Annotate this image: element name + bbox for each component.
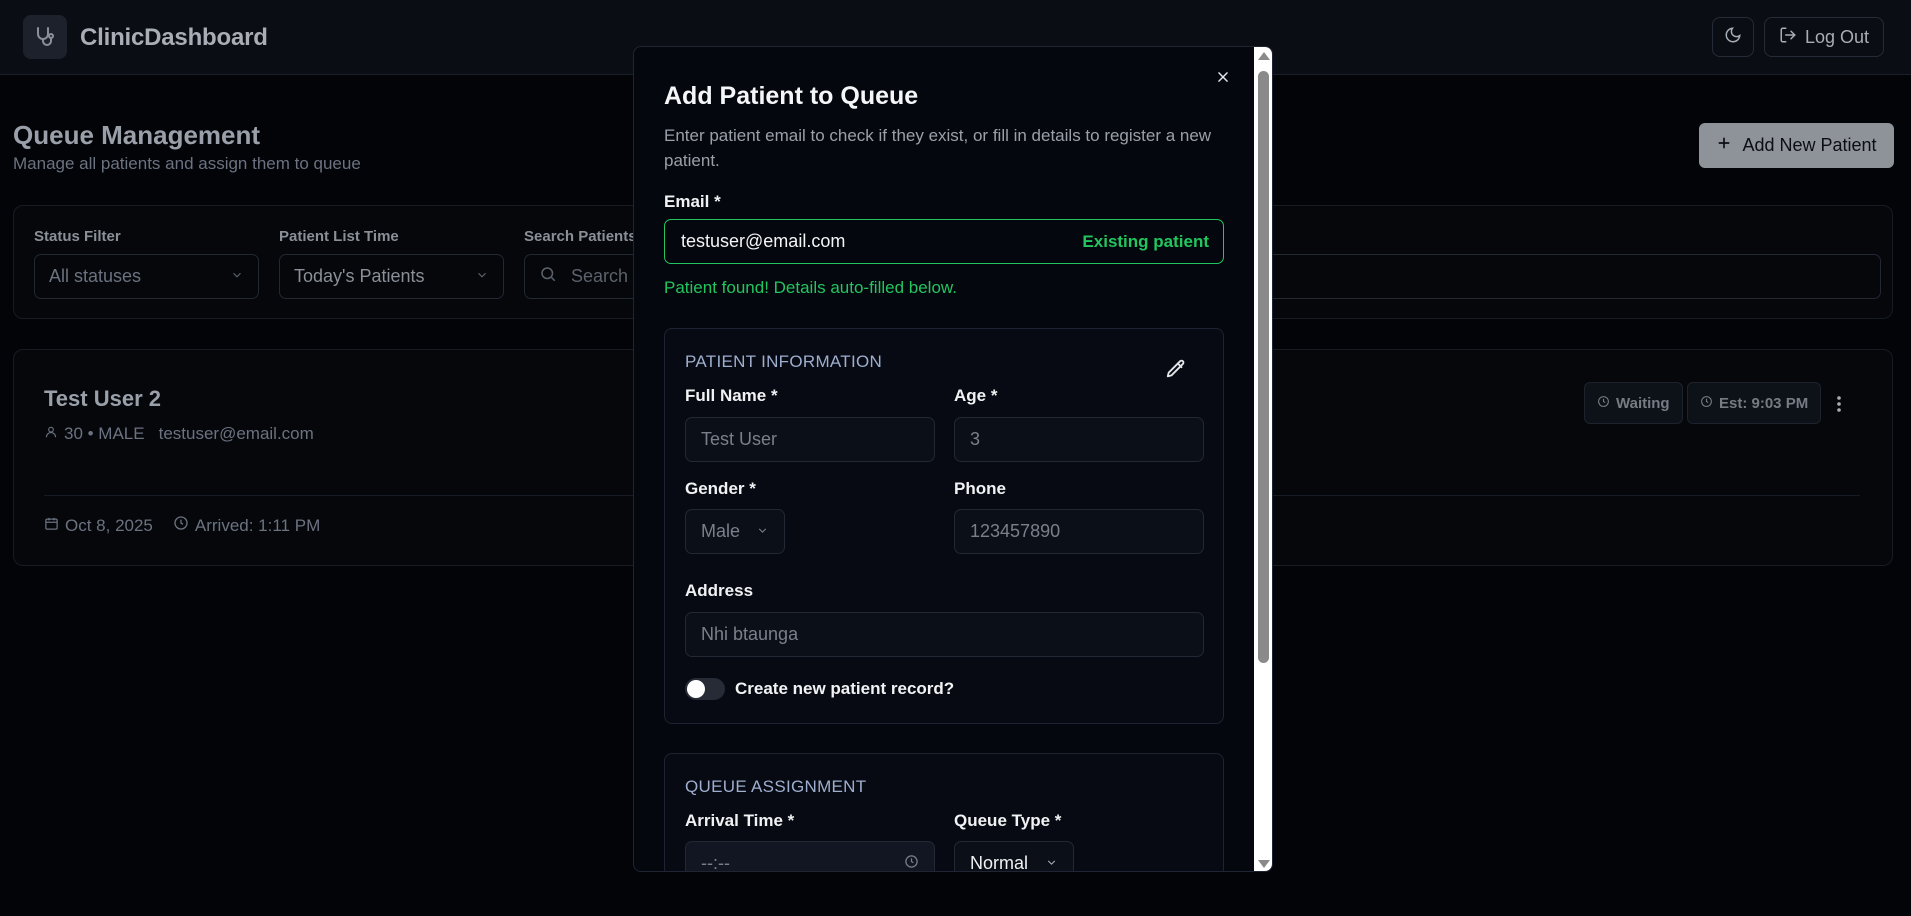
existing-patient-badge: Existing patient: [1082, 231, 1209, 251]
estimate-badge: Est: 9:03 PM: [1687, 382, 1822, 424]
clock-icon: [904, 853, 919, 871]
page-subtitle: Manage all patients and assign them to q…: [13, 154, 361, 173]
status-filter-select[interactable]: All statuses: [34, 254, 259, 299]
estimate-text: Est: 9:03 PM: [1719, 394, 1809, 412]
gender-select[interactable]: Male: [685, 509, 785, 554]
dialog-content: Add Patient to Queue Enter patient email…: [634, 47, 1254, 872]
more-vertical-icon[interactable]: [1827, 392, 1851, 416]
queue-assignment-section: QUEUE ASSIGNMENT Arrival Time * --:-- Qu…: [664, 753, 1224, 872]
theme-toggle-button[interactable]: [1712, 17, 1754, 57]
patient-found-message: Patient found! Details auto-filled below…: [664, 278, 957, 297]
full-name-value: Test User: [701, 429, 778, 449]
page-title: Queue Management: [13, 120, 261, 150]
patient-list-time-label: Patient List Time: [279, 228, 399, 245]
scroll-up-arrow-icon[interactable]: [1258, 51, 1270, 61]
add-new-patient-label: Add New Patient: [1742, 135, 1877, 155]
chevron-down-icon: [230, 266, 244, 287]
search-icon: [539, 265, 557, 288]
email-field[interactable]: testuser@email.com Existing patient: [664, 219, 1224, 264]
logout-button[interactable]: Log Out: [1764, 17, 1884, 57]
stethoscope-icon: [23, 15, 67, 59]
chevron-down-icon: [475, 266, 489, 287]
age-value: 3: [970, 429, 981, 449]
toggle-knob: [687, 680, 705, 698]
create-record-label: Create new patient record?: [735, 679, 955, 698]
gender-label: Gender *: [685, 479, 756, 498]
patient-information-section: PATIENT INFORMATION Full Name * Test Use…: [664, 328, 1224, 724]
clock-icon: [173, 515, 189, 536]
phone-field[interactable]: 123457890: [954, 509, 1204, 554]
arrival-time-field[interactable]: --:--: [685, 841, 935, 872]
logout-label: Log Out: [1804, 26, 1870, 47]
phone-value: 123457890: [970, 521, 1061, 541]
status-filter-label: Status Filter: [34, 228, 121, 245]
arrival-time-value: --:--: [701, 853, 730, 872]
section-title: QUEUE ASSIGNMENT: [685, 777, 867, 796]
close-icon[interactable]: [1213, 67, 1233, 87]
create-record-toggle[interactable]: [685, 678, 725, 700]
add-new-patient-button[interactable]: Add New Patient: [1699, 123, 1894, 168]
clock-icon: [1597, 395, 1610, 412]
visit-date: Oct 8, 2025: [65, 515, 153, 535]
search-patients-label: Search Patients: [524, 228, 637, 245]
queue-type-label: Queue Type *: [954, 811, 1062, 830]
status-badge: Waiting: [1584, 382, 1683, 424]
clock-icon: [1700, 395, 1713, 412]
scrollbar-thumb[interactable]: [1258, 71, 1269, 663]
full-name-field[interactable]: Test User: [685, 417, 935, 462]
chevron-down-icon: [756, 521, 769, 542]
calendar-icon: [44, 516, 59, 536]
email-value: testuser@email.com: [681, 231, 846, 251]
patient-list-time-value: Today's Patients: [294, 266, 425, 286]
status-filter-value: All statuses: [49, 266, 142, 286]
arrival-time-label: Arrival Time *: [685, 811, 795, 830]
dialog-scrollbar[interactable]: [1254, 47, 1272, 871]
queue-type-select[interactable]: Normal: [954, 841, 1074, 872]
pencil-icon[interactable]: [1165, 358, 1187, 380]
plus-icon: [1716, 135, 1732, 156]
user-icon: [44, 424, 58, 444]
scroll-down-arrow-icon[interactable]: [1258, 859, 1270, 869]
phone-label: Phone: [954, 479, 1006, 498]
logout-icon: [1779, 26, 1797, 49]
address-value: Nhi btaunga: [701, 624, 799, 644]
status-text: Waiting: [1616, 394, 1670, 412]
address-label: Address: [685, 581, 754, 600]
chevron-down-icon: [1045, 853, 1058, 871]
patient-email: testuser@email.com: [158, 424, 314, 443]
email-label: Email *: [664, 192, 721, 211]
full-name-label: Full Name *: [685, 386, 778, 405]
add-patient-dialog: Add Patient to Queue Enter patient email…: [633, 46, 1273, 872]
patient-age-gender: 30 • MALE: [64, 424, 145, 443]
patient-footer: Oct 8, 2025 Arrived: 1:11 PM: [44, 515, 320, 536]
gender-value: Male: [701, 521, 741, 541]
queue-type-value: Normal: [970, 853, 1029, 872]
age-label: Age *: [954, 386, 998, 405]
patient-name: Test User 2: [44, 386, 161, 411]
dialog-description: Enter patient email to check if they exi…: [664, 126, 1212, 170]
app-title: ClinicDashboard: [80, 24, 268, 51]
search-placeholder: Search: [571, 266, 629, 286]
arrived-time: Arrived: 1:11 PM: [194, 515, 321, 535]
patient-meta: 30 • MALE testuser@email.com: [44, 424, 314, 444]
patient-list-time-select[interactable]: Today's Patients: [279, 254, 504, 299]
dialog-title: Add Patient to Queue: [664, 82, 919, 110]
address-field[interactable]: Nhi btaunga: [685, 612, 1204, 657]
age-field[interactable]: 3: [954, 417, 1204, 462]
section-title: PATIENT INFORMATION: [685, 352, 883, 371]
moon-icon: [1724, 26, 1742, 49]
